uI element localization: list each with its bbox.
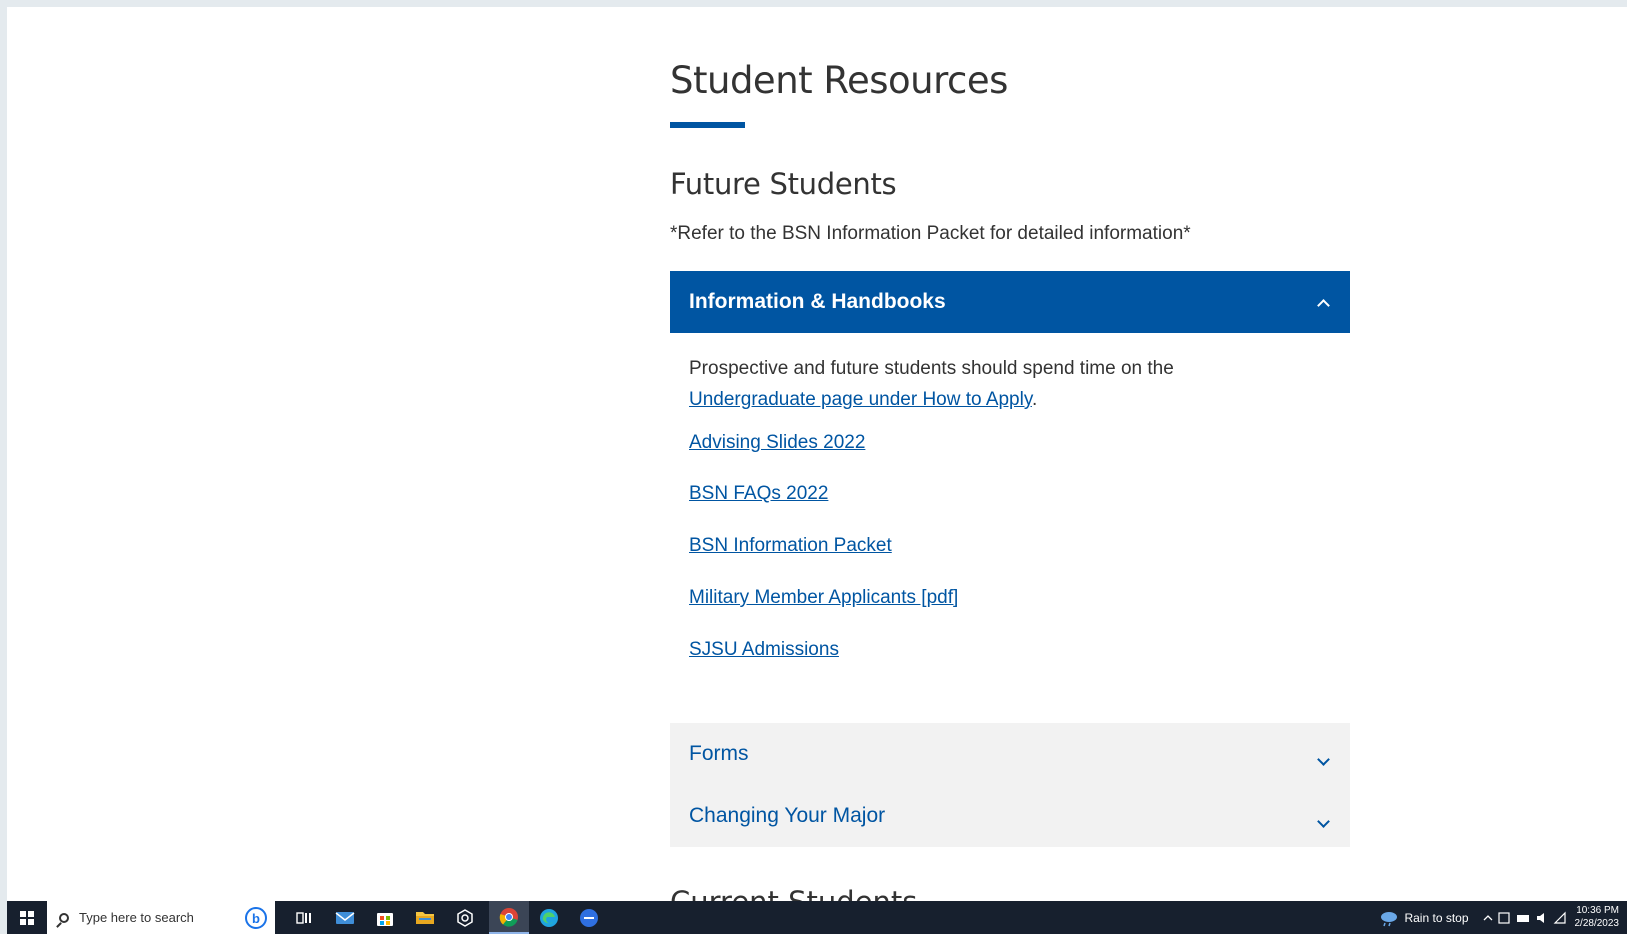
store-icon bbox=[377, 912, 393, 926]
file-explorer-icon bbox=[416, 911, 434, 924]
list-item: SJSU Admissions bbox=[689, 639, 839, 661]
system-clock[interactable]: 10:36 PM 2/28/2023 bbox=[1575, 904, 1620, 930]
accordion-changing-your-major[interactable]: Changing Your Major bbox=[670, 785, 1350, 847]
accordion-label: Forms bbox=[689, 742, 749, 765]
list-item: Military Member Applicants [pdf] bbox=[689, 587, 958, 609]
settings-button[interactable] bbox=[449, 901, 481, 934]
title-underline bbox=[670, 122, 745, 128]
clock-date: 2/28/2023 bbox=[1574, 918, 1620, 929]
browser-page: Student Resources Future Students *Refer… bbox=[7, 7, 1627, 901]
page-title: Student Resources bbox=[670, 59, 1008, 102]
weather-text: Rain to stop bbox=[1404, 910, 1469, 925]
military-member-applicants-link[interactable]: Military Member Applicants [pdf] bbox=[689, 587, 958, 608]
chevron-down-icon bbox=[1317, 753, 1330, 766]
task-view-button[interactable] bbox=[289, 901, 319, 934]
sjsu-admissions-link[interactable]: SJSU Admissions bbox=[689, 639, 839, 660]
edge-button[interactable] bbox=[533, 901, 565, 934]
accordion-label: Information & Handbooks bbox=[689, 290, 946, 313]
chat-button[interactable] bbox=[573, 901, 605, 934]
clock-time: 10:36 PM bbox=[1576, 905, 1619, 916]
start-icon bbox=[20, 910, 34, 925]
intro-paragraph: Prospective and future students should s… bbox=[689, 353, 1299, 415]
list-item: BSN FAQs 2022 bbox=[689, 483, 828, 505]
bsn-faqs-link[interactable]: BSN FAQs 2022 bbox=[689, 483, 828, 504]
start-button[interactable] bbox=[7, 901, 47, 934]
chrome-button[interactable] bbox=[489, 901, 529, 934]
search-icon bbox=[59, 912, 69, 923]
list-item: BSN Information Packet bbox=[689, 535, 892, 557]
bsn-information-packet-link[interactable]: BSN Information Packet bbox=[689, 535, 892, 556]
accordion-label: Changing Your Major bbox=[689, 804, 886, 827]
weather-widget[interactable]: Rain to stop bbox=[1375, 901, 1473, 934]
section-heading-future-students: Future Students bbox=[670, 167, 897, 201]
weather-icon bbox=[1381, 911, 1398, 926]
mail-button[interactable] bbox=[329, 901, 361, 934]
chat-icon bbox=[580, 908, 598, 927]
intro-text: Prospective and future students should s… bbox=[689, 358, 1174, 379]
accordion-panel-information-handbooks: Prospective and future students should s… bbox=[689, 353, 1299, 660]
undergraduate-how-to-apply-link[interactable]: Undergraduate page under How to Apply bbox=[689, 389, 1032, 410]
accordion-forms[interactable]: Forms bbox=[670, 723, 1350, 785]
list-item: Advising Slides 2022 bbox=[689, 432, 865, 454]
file-explorer-button[interactable] bbox=[409, 901, 441, 934]
chevron-down-icon bbox=[1317, 815, 1330, 828]
advising-slides-link[interactable]: Advising Slides 2022 bbox=[689, 432, 865, 453]
accordion-information-handbooks[interactable]: Information & Handbooks bbox=[670, 271, 1350, 333]
chrome-icon bbox=[499, 907, 518, 927]
search-placeholder: Type here to search bbox=[79, 910, 194, 925]
store-button[interactable] bbox=[369, 901, 401, 934]
tray-icons bbox=[1483, 911, 1566, 924]
task-view-icon bbox=[296, 911, 311, 924]
section-heading-current-students: Current Students bbox=[670, 885, 917, 901]
edge-icon bbox=[540, 908, 558, 927]
intro-end: . bbox=[1031, 389, 1038, 410]
windows-taskbar: Type here to search b Rain to stop 10:36… bbox=[7, 901, 1627, 934]
taskbar-search-box[interactable]: Type here to search b bbox=[47, 901, 275, 934]
bing-icon[interactable]: b bbox=[245, 907, 267, 929]
info-packet-note: *Refer to the BSN Information Packet for… bbox=[670, 223, 1191, 244]
settings-icon bbox=[457, 908, 473, 927]
chevron-up-icon bbox=[1317, 299, 1330, 312]
mail-icon bbox=[335, 911, 355, 924]
system-tray[interactable] bbox=[1481, 901, 1571, 934]
